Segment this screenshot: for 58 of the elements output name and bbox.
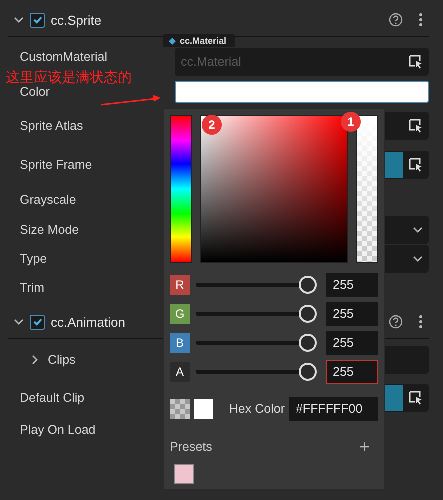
chevron-icon[interactable]	[14, 15, 24, 25]
slider-thumb[interactable]	[299, 363, 317, 382]
chevron-icon[interactable]	[30, 355, 40, 365]
annotation-arrow	[100, 95, 162, 107]
add-preset-button[interactable]: +	[359, 436, 370, 458]
hex-input[interactable]: #FFFFFF00	[288, 396, 378, 421]
annotation-text: 这里应该是满状态的	[6, 70, 132, 85]
property-label: Color	[19, 85, 51, 99]
property-label: CustomMaterial	[19, 50, 109, 64]
check-icon	[32, 317, 42, 327]
hue-bar[interactable]	[170, 115, 192, 263]
transparent-swatch	[170, 398, 190, 419]
channel-label: B	[170, 333, 190, 354]
channel-input[interactable]: 255	[326, 302, 378, 326]
tag-text: cc.Material	[180, 36, 227, 46]
picker-icon[interactable]	[409, 158, 423, 172]
picker-icon[interactable]	[409, 55, 423, 69]
property-label: Sprite Frame	[19, 158, 94, 172]
alpha-bar[interactable]	[356, 115, 378, 263]
property-label: Sprite Atlas	[19, 119, 84, 133]
property-label: Type	[19, 252, 48, 266]
color-swatch	[194, 398, 214, 419]
hex-label: Hex Color	[229, 402, 285, 416]
property-label: Size Mode	[19, 222, 80, 236]
slider-thumb[interactable]	[299, 334, 317, 352]
chevron-icon[interactable]	[413, 254, 423, 264]
diamond-icon	[169, 38, 176, 44]
property-label: Clips	[48, 353, 76, 367]
check-icon	[32, 15, 42, 25]
more-icon[interactable]	[419, 13, 423, 27]
channel-label: R	[170, 274, 190, 295]
preset-swatch[interactable]	[174, 464, 194, 484]
more-icon[interactable]	[419, 315, 423, 329]
saturation-square[interactable]	[200, 115, 348, 263]
channel-input[interactable]: 255	[326, 331, 378, 356]
property-label: Default Clip	[19, 391, 86, 405]
slider-thumb[interactable]	[299, 305, 317, 324]
enable-checkbox[interactable]	[30, 12, 45, 28]
property-label: Grayscale	[19, 193, 78, 207]
placeholder-text: cc.Material	[181, 55, 242, 69]
slider-thumb[interactable]	[299, 276, 317, 294]
channel-input[interactable]: 255	[326, 272, 378, 297]
enable-checkbox[interactable]	[30, 314, 45, 330]
help-icon[interactable]	[389, 13, 403, 27]
channel-label: A	[170, 362, 190, 382]
chevron-icon[interactable]	[413, 224, 423, 234]
property-label: Trim	[19, 280, 46, 294]
component-title: cc.Sprite	[51, 12, 103, 28]
presets-title: Presets	[170, 440, 212, 454]
help-icon[interactable]	[389, 315, 403, 329]
channel-input[interactable]: 255	[326, 360, 378, 384]
property-label: Play On Load	[19, 423, 97, 437]
picker-icon[interactable]	[409, 391, 423, 405]
color-field[interactable]	[175, 81, 429, 103]
channel-label: G	[170, 304, 190, 324]
chevron-icon[interactable]	[14, 317, 24, 327]
component-title: cc.Animation	[51, 314, 126, 330]
picker-icon[interactable]	[409, 119, 423, 133]
